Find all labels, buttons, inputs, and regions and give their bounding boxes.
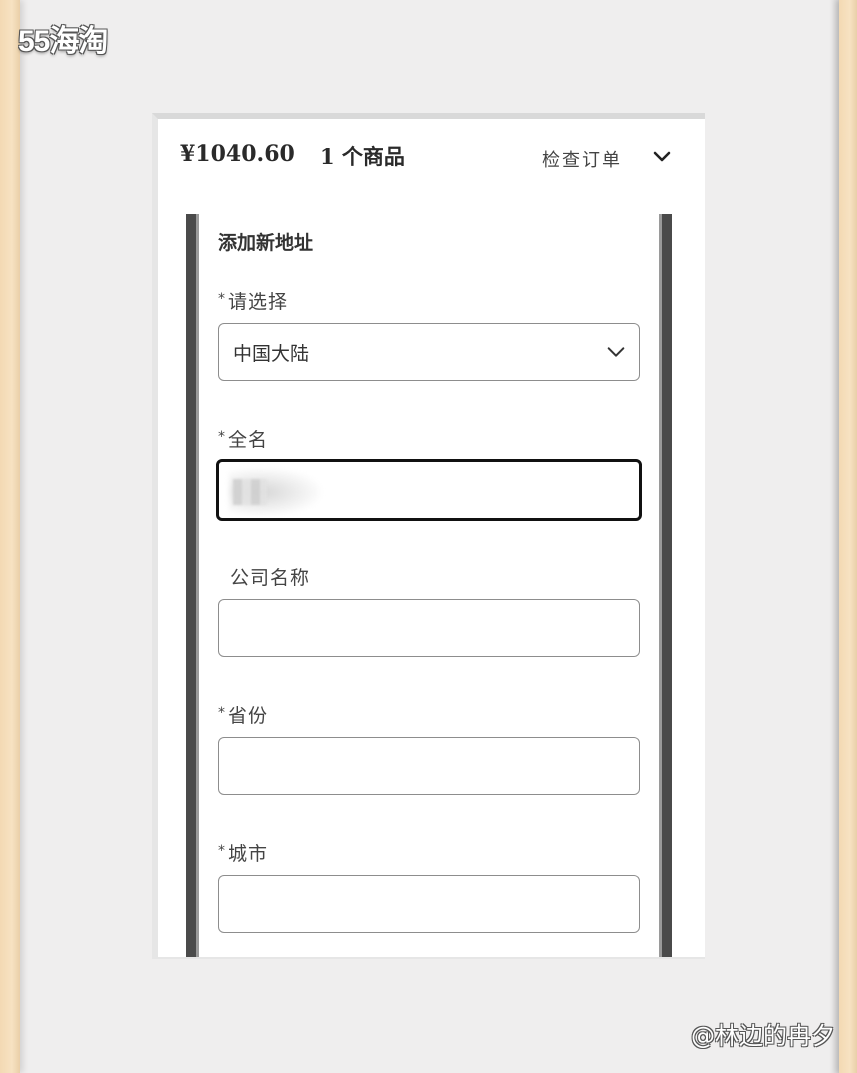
province-label: * 省份 [218,705,269,727]
site-logo: 55海淘 [18,25,108,58]
order-total: ¥1040.60 [180,141,295,167]
province-input[interactable] [218,737,640,795]
new-address-form: 添加新地址 * 请选择 中国大陆 * 全名 公司名称 * 省份 * 城市 [186,214,672,957]
region-label: * 请选择 [218,291,289,313]
required-mark: * [218,705,226,721]
required-mark: * [218,291,226,307]
full-name-label: * 全名 [218,429,269,451]
frame-shadow [829,0,839,1073]
form-title: 添加新地址 [218,232,314,254]
full-name-input[interactable] [216,459,642,521]
wood-frame-left [0,0,20,1073]
checkout-card: ¥1040.60 1 个商品 检查订单 添加新地址 * 请选择 中国大陆 * 全名 [152,113,705,959]
city-input[interactable] [218,875,640,933]
redacted-pixels [233,479,267,505]
company-name-label: 公司名称 [230,567,311,589]
region-select[interactable]: 中国大陆 [218,323,640,381]
review-order-link[interactable]: 检查订单 [542,146,622,172]
item-count: 1 个商品 [320,144,405,169]
watermark: @林边的冉夕 [691,1022,835,1050]
region-select-value: 中国大陆 [233,343,310,365]
required-mark: * [218,843,226,859]
chevron-down-icon[interactable] [650,145,674,169]
required-mark: * [218,429,226,445]
city-label: * 城市 [218,843,269,865]
company-name-input[interactable] [218,599,640,657]
wood-frame-right [839,0,857,1073]
order-summary-bar[interactable]: ¥1040.60 1 个商品 检查订单 [158,119,705,199]
chevron-down-icon [607,347,625,357]
